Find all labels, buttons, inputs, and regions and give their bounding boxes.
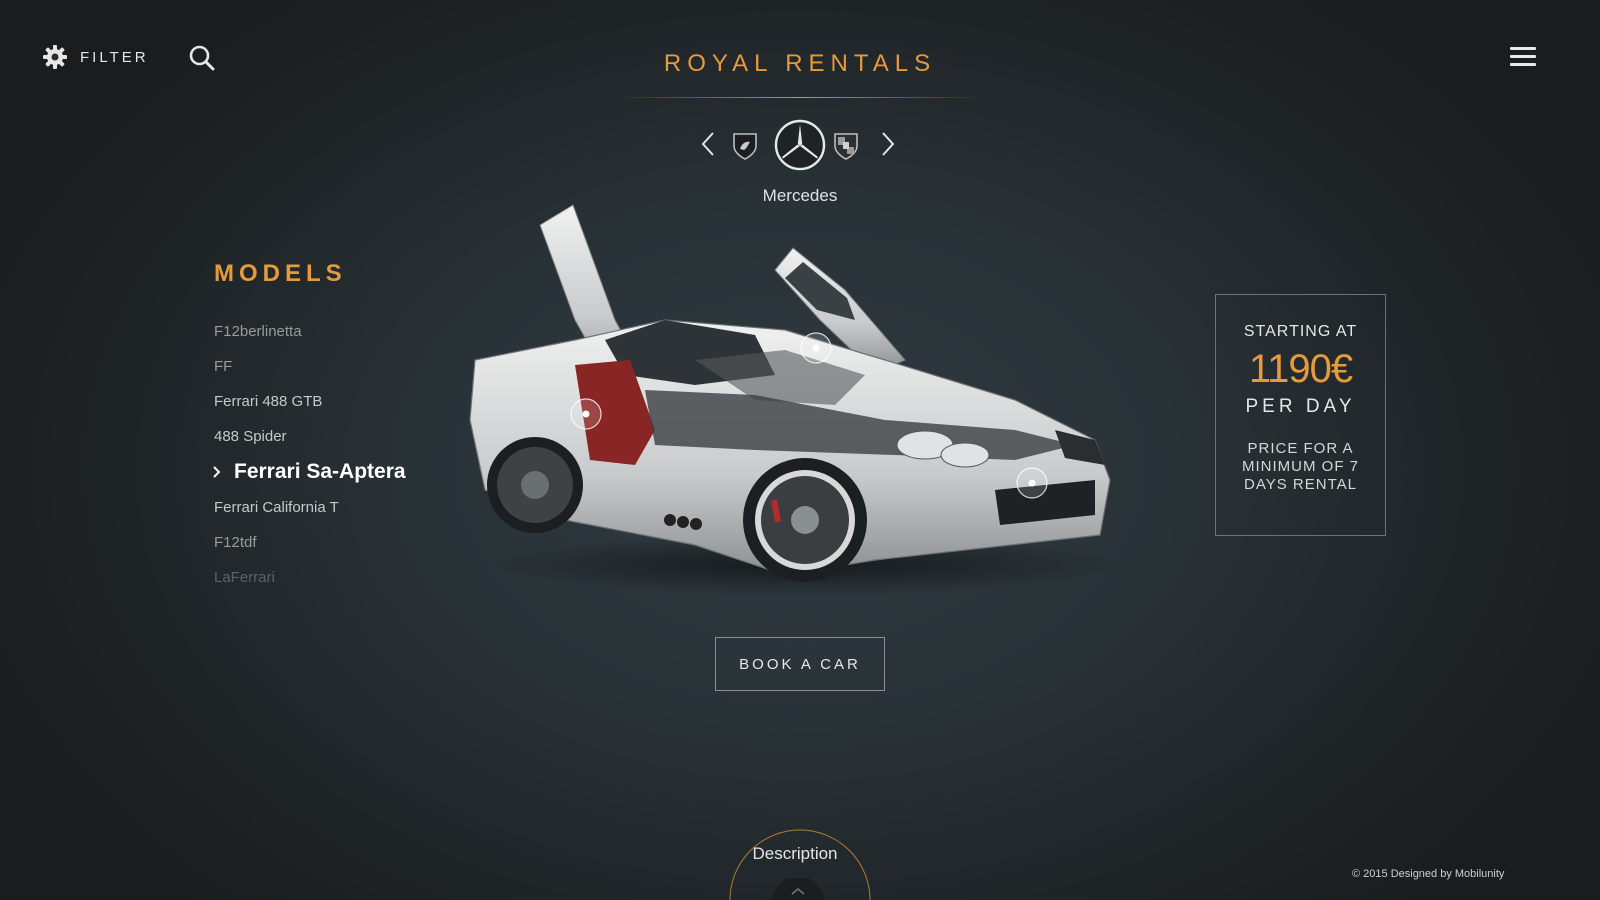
- hotspot-interior[interactable]: [570, 398, 602, 430]
- top-bar: FILTER ROYAL RENTALS: [0, 0, 1600, 110]
- model-item-active[interactable]: Ferrari Sa-Aptera: [213, 454, 406, 490]
- car-image: [455, 200, 1135, 600]
- model-label: F12berlinetta: [214, 323, 302, 340]
- site-title: ROYAL RENTALS: [663, 50, 937, 77]
- model-item[interactable]: Ferrari 488 GTB: [214, 384, 406, 419]
- model-label: Ferrari 488 GTB: [214, 393, 323, 410]
- brand-carousel: [690, 117, 910, 173]
- lamborghini-logo[interactable]: [732, 131, 758, 161]
- price-note: PRICE FOR A MINIMUM OF 7 DAYS RENTAL: [1242, 440, 1359, 493]
- model-list: F12berlinetta FF Ferrari 488 GTB 488 Spi…: [213, 314, 406, 595]
- hotspot-front[interactable]: [1016, 467, 1048, 499]
- chevron-up-icon[interactable]: [772, 878, 824, 900]
- model-item[interactable]: 488 Spider: [214, 419, 406, 454]
- model-label: Ferrari Sa-Aptera: [234, 460, 406, 483]
- model-item[interactable]: F12tdf: [214, 525, 406, 560]
- model-label: Ferrari California T: [214, 499, 339, 516]
- car-illustration: [469, 204, 1125, 595]
- price-box: STARTING AT 1190€ PER DAY PRICE FOR A MI…: [1215, 294, 1386, 536]
- price-starting-label: STARTING AT: [1243, 323, 1358, 340]
- footer-credit: © 2015 Designed by Mobilunity: [1352, 868, 1505, 880]
- model-item[interactable]: F12berlinetta: [214, 314, 406, 349]
- mercedes-logo[interactable]: [774, 119, 826, 171]
- chevron-left-icon[interactable]: [700, 131, 716, 157]
- model-label: F12tdf: [214, 534, 257, 551]
- chevron-right-icon[interactable]: [880, 131, 896, 157]
- model-item[interactable]: FF: [214, 349, 406, 384]
- hotspot-door[interactable]: [800, 332, 832, 364]
- porsche-logo[interactable]: [833, 131, 859, 161]
- model-item[interactable]: Ferrari California T: [214, 490, 406, 525]
- model-label: FF: [214, 358, 233, 375]
- chevron-right-icon: [213, 466, 221, 478]
- model-label: 488 Spider: [214, 428, 287, 445]
- hamburger-menu-icon[interactable]: [1510, 47, 1536, 69]
- title-divider: [615, 97, 985, 98]
- price-per-day: PER DAY: [1245, 396, 1356, 417]
- models-heading: MODELS: [214, 260, 347, 287]
- book-car-button[interactable]: BOOK A CAR: [715, 637, 885, 691]
- price-amount: 1190€: [1248, 347, 1353, 391]
- model-item[interactable]: LaFerrari: [214, 560, 406, 595]
- model-label: LaFerrari: [214, 569, 275, 586]
- description-tab[interactable]: Description: [0, 844, 1590, 864]
